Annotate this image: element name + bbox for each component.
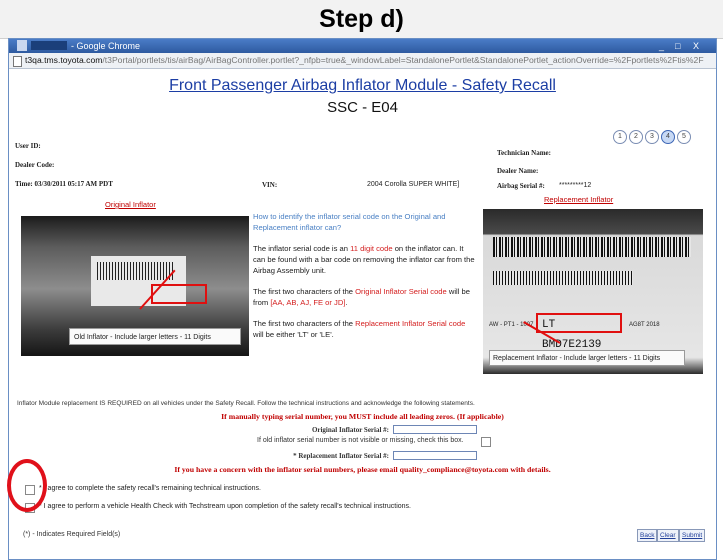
time-label: Time: 03/30/2011 05:17 AM PDT: [15, 180, 113, 188]
airbag-serial-value: *********12: [559, 182, 592, 189]
barcode: [493, 237, 691, 257]
info-paragraph-3: The first two characters of the Replacem…: [253, 319, 466, 339]
redacted-tab-title: [31, 41, 67, 50]
technician-name-label: Technician Name:: [497, 149, 551, 157]
address-bar[interactable]: t3qa.tms.toyota.com/t3Portal/portlets/ti…: [9, 53, 716, 69]
url-text[interactable]: t3qa.tms.toyota.com/t3Portal/portlets/ti…: [25, 54, 704, 67]
step-1[interactable]: 1: [613, 130, 627, 144]
page-title: Front Passenger Airbag Inflator Module -…: [169, 77, 556, 94]
old-inflator-caption: Old Inflator - Include larger letters - …: [69, 328, 241, 345]
original-inflator-photo: Old Inflator - Include larger letters - …: [21, 216, 249, 356]
airbag-serial-label: Airbag Serial #:: [497, 182, 545, 190]
original-serial-label: Original Inflator Serial #:: [311, 426, 389, 434]
agree-health-check-label: * I agree to perform a vehicle Health Ch…: [39, 503, 412, 510]
part-code-text: AG8T 2018: [629, 322, 660, 328]
close-icon[interactable]: X: [693, 40, 699, 52]
missing-serial-note: If old inflator serial number is not vis…: [257, 437, 464, 444]
page-subtitle: SSC - E04: [327, 99, 398, 116]
dealer-name-label: Dealer Name:: [497, 167, 539, 175]
step-3[interactable]: 3: [645, 130, 659, 144]
replacement-serial-label: * Replacement Inflator Serial #:: [293, 452, 389, 460]
barcode: [493, 271, 633, 285]
original-serial-input[interactable]: [393, 425, 477, 434]
replacement-serial-input[interactable]: [393, 451, 477, 460]
browser-window: - Google Chrome _ □ X t3qa.tms.toyota.co…: [8, 38, 717, 560]
serial-info-panel: How to identify the inflator serial code…: [253, 211, 475, 340]
barcode: [97, 262, 175, 280]
url-path: /t3Portal/portlets/tis/airBag/AirBagCont…: [102, 55, 704, 65]
browser-tab[interactable]: [17, 40, 27, 51]
page-content: Front Passenger Airbag Inflator Module -…: [9, 69, 716, 559]
dealer-code-label: Dealer Code:: [15, 161, 55, 169]
instruction-text: Inflator Module replacement IS REQUIRED …: [17, 400, 475, 407]
url-host: t3qa.tms.toyota.com: [25, 55, 103, 65]
browser-titlebar: - Google Chrome _ □ X: [9, 39, 716, 53]
step-header: Step d): [0, 0, 723, 39]
step-2[interactable]: 2: [629, 130, 643, 144]
vin-value: 2004 Corolla SUPER WHITE]: [367, 181, 460, 188]
vin-label: VIN:: [262, 181, 278, 189]
page-icon: [13, 56, 22, 67]
highlight-circle: [7, 459, 47, 512]
required-fields-note: (*) - Indicates Required Field(s): [23, 531, 121, 538]
minimize-icon[interactable]: _: [659, 40, 664, 52]
browser-title: - Google Chrome: [71, 41, 141, 51]
agree-instructions-label: * I agree to complete the safety recall'…: [39, 485, 261, 492]
submit-button[interactable]: Submit: [679, 529, 706, 542]
replacement-inflator-caption: Replacement Inflator - Include larger le…: [489, 350, 685, 366]
replacement-inflator-photo: AW - PT1 - 1007 LT BMD7E2139 AG8T 2018 R…: [483, 209, 703, 374]
step-4-current[interactable]: 4: [661, 130, 675, 144]
maximize-icon[interactable]: □: [675, 40, 680, 52]
lt-serial-highlight: LT BMD7E2139: [536, 313, 622, 351]
clear-button[interactable]: Clear: [657, 529, 679, 542]
info-paragraph-2: The first two characters of the Original…: [253, 287, 470, 307]
user-id-label: User ID:: [15, 142, 41, 150]
back-button[interactable]: Back: [637, 529, 658, 542]
info-paragraph-1: The inflator serial code is an 11 digit …: [253, 244, 475, 275]
replacement-inflator-link[interactable]: Replacement Inflator: [544, 195, 613, 204]
concern-warning: If you have a concern with the inflator …: [174, 465, 551, 474]
step-5[interactable]: 5: [677, 130, 691, 144]
leading-zeros-warning: If manually typing serial number, you MU…: [221, 412, 504, 421]
original-inflator-link[interactable]: Original Inflator: [105, 200, 156, 209]
info-heading: How to identify the inflator serial code…: [253, 212, 446, 232]
missing-serial-checkbox[interactable]: [481, 437, 491, 447]
